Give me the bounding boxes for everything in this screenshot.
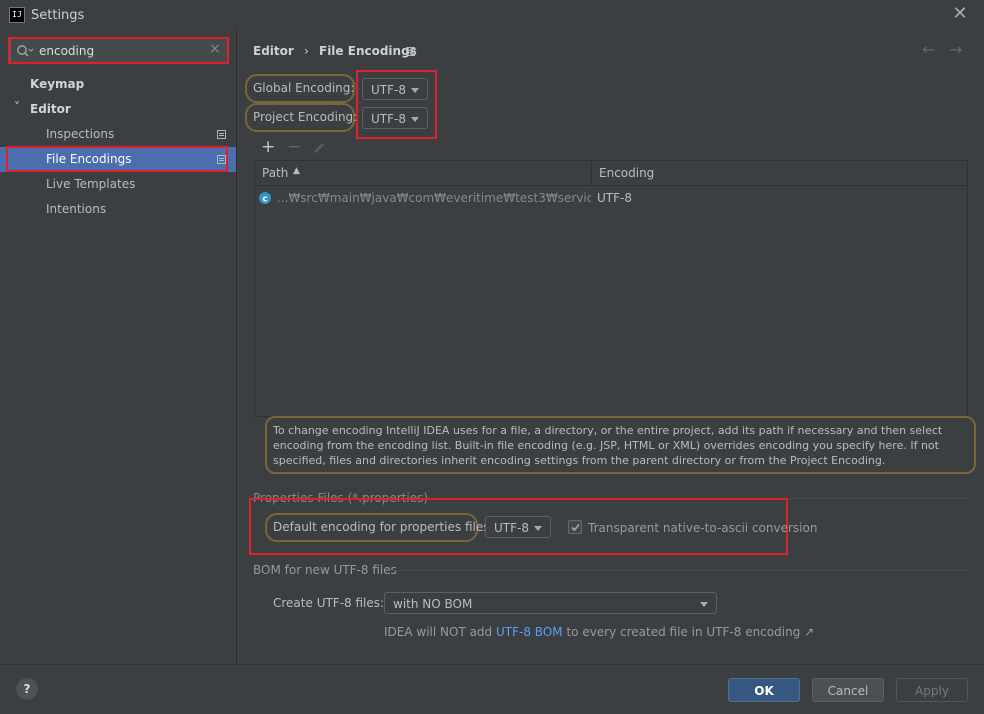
- bom-note-suffix: to every created file in UTF-8 encoding: [566, 625, 801, 639]
- bom-dropdown[interactable]: with NO BOM: [384, 592, 717, 614]
- section-divider: [392, 570, 966, 571]
- forward-arrow-icon[interactable]: →: [949, 40, 962, 59]
- row-path: ...₩src₩main₩java₩com₩everitime₩test3₩se…: [277, 191, 591, 205]
- transparent-conversion-checkbox[interactable]: [568, 520, 582, 534]
- sidebar-item-label: Editor: [30, 102, 71, 116]
- sidebar-item-label: Inspections: [46, 127, 115, 141]
- intellij-logo-icon: IJ: [9, 7, 25, 23]
- title-bar: IJ Settings ✕: [0, 0, 984, 30]
- breadcrumb-current: File Encodings: [319, 44, 417, 58]
- info-text: To change encoding IntelliJ IDEA uses fo…: [273, 424, 943, 467]
- encoding-dropdowns-highlight-box: [356, 70, 437, 139]
- breadcrumb-separator: ›: [304, 44, 309, 58]
- close-icon[interactable]: ✕: [950, 4, 970, 24]
- global-encoding-label: Global Encoding:: [253, 81, 355, 95]
- sidebar-item-label: Live Templates: [46, 177, 136, 191]
- table-row[interactable]: c ...₩src₩main₩java₩com₩everitime₩test3₩…: [255, 187, 967, 209]
- sidebar-item-live-templates[interactable]: Live Templates: [0, 172, 236, 197]
- default-encoding-label: Default encoding for properties files:: [273, 520, 494, 534]
- column-header-encoding[interactable]: Encoding: [599, 166, 654, 180]
- back-arrow-icon[interactable]: ←: [922, 40, 935, 59]
- sidebar-item-label: Intentions: [46, 202, 107, 216]
- search-highlight-box: [8, 37, 229, 64]
- checkmark-icon: [571, 523, 580, 532]
- project-encoding-label: Project Encoding:: [253, 110, 358, 124]
- sidebar-item-label: Keymap: [30, 77, 85, 91]
- add-icon[interactable]: +: [261, 137, 275, 157]
- window-title: Settings: [31, 8, 85, 23]
- remove-icon[interactable]: −: [287, 137, 301, 157]
- bom-note-prefix: IDEA will NOT add: [384, 625, 493, 639]
- project-settings-icon: [406, 47, 415, 56]
- bom-note: IDEA will NOT add UTF-8 BOM to every cre…: [384, 625, 814, 639]
- project-settings-icon: [217, 130, 226, 139]
- chevron-down-icon[interactable]: ˅: [14, 95, 20, 120]
- sidebar-item-intentions[interactable]: Intentions: [0, 197, 236, 222]
- sidebar-item-keymap[interactable]: Keymap: [0, 72, 236, 97]
- breadcrumb: Editor › File Encodings: [253, 44, 417, 58]
- file-encodings-table: Path ▲ Encoding c ...₩src₩main₩java₩com₩…: [254, 160, 968, 417]
- transparent-conversion-label[interactable]: Transparent native-to-ascii conversion: [588, 521, 817, 535]
- breadcrumb-parent[interactable]: Editor: [253, 44, 294, 58]
- apply-button[interactable]: Apply: [896, 678, 968, 702]
- java-class-icon: c: [259, 192, 271, 205]
- cancel-button[interactable]: Cancel: [812, 678, 884, 702]
- bom-value: with NO BOM: [393, 597, 473, 611]
- properties-encoding-value: UTF-8: [494, 521, 529, 535]
- file-encodings-highlight-box: [6, 146, 228, 172]
- sort-ascending-icon: ▲: [293, 166, 300, 176]
- chevron-down-icon: [700, 602, 708, 607]
- ok-button[interactable]: OK: [728, 678, 800, 702]
- help-icon[interactable]: ?: [16, 678, 38, 700]
- utf8-bom-link[interactable]: UTF-8 BOM: [496, 625, 563, 639]
- sidebar-item-inspections[interactable]: Inspections: [0, 122, 236, 147]
- column-header-path[interactable]: Path: [262, 166, 288, 180]
- properties-encoding-dropdown[interactable]: UTF-8: [485, 516, 551, 538]
- edit-icon[interactable]: [312, 141, 326, 155]
- create-utf8-label: Create UTF-8 files:: [273, 596, 385, 610]
- column-divider: [591, 161, 592, 185]
- row-encoding[interactable]: UTF-8: [597, 191, 632, 205]
- sidebar-item-editor[interactable]: ˅ Editor: [0, 97, 236, 122]
- table-header: Path ▲ Encoding: [255, 161, 967, 186]
- svg-text:c: c: [262, 195, 267, 205]
- external-link-icon: ↗: [804, 625, 815, 639]
- bom-section-title: BOM for new UTF-8 files: [253, 563, 397, 577]
- chevron-down-icon: [534, 526, 542, 531]
